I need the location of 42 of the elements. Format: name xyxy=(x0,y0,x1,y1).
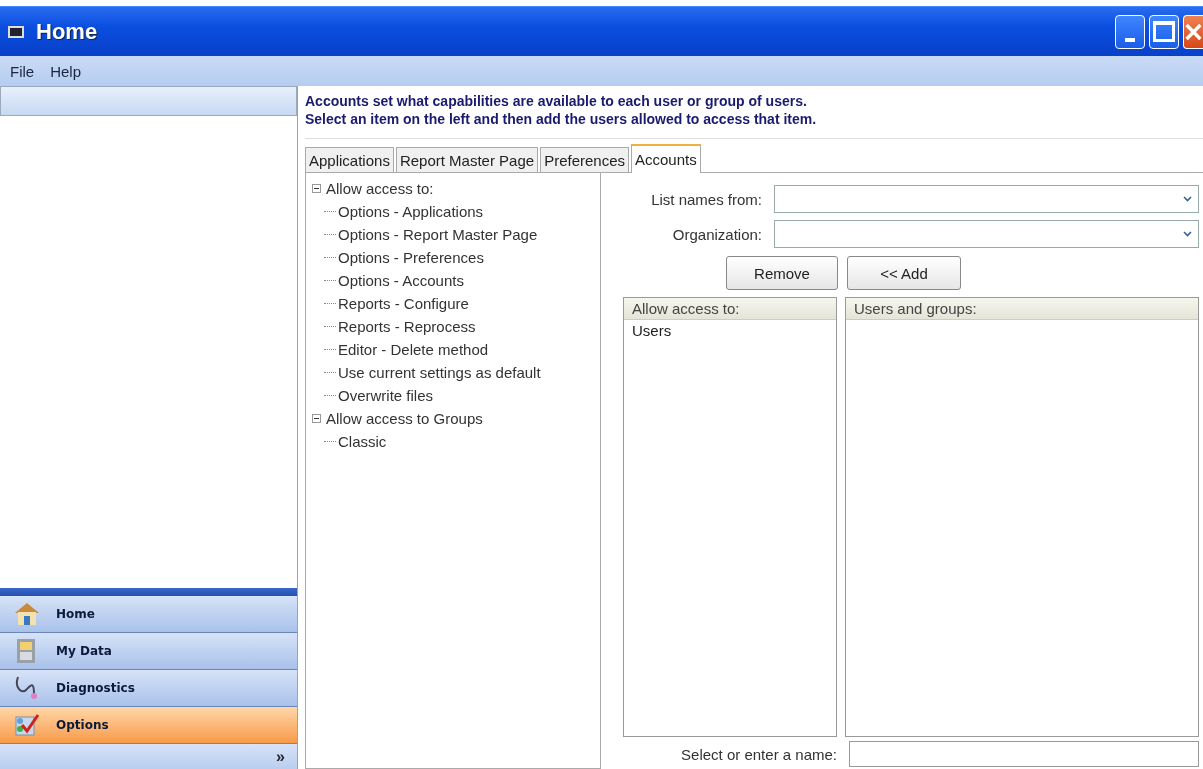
window-title: Home xyxy=(36,18,98,45)
tree-item[interactable]: Reports - Configure xyxy=(338,295,469,312)
tree-item[interactable]: Options - Accounts xyxy=(338,272,464,289)
field-label: Organization: xyxy=(672,225,762,243)
tree-item[interactable]: Options - Preferences xyxy=(338,249,484,266)
minimize-button[interactable] xyxy=(1115,14,1145,49)
field-label: Select or enter a name: xyxy=(681,745,837,763)
tab[interactable]: Preferences xyxy=(540,147,629,172)
tab[interactable]: Accounts xyxy=(631,144,701,173)
tab[interactable]: Report Master Page xyxy=(395,147,539,172)
tree-item[interactable]: Overwrite files xyxy=(338,387,434,404)
nav-button[interactable]: Home xyxy=(0,596,297,633)
description-text: Select an item on the left and then add the users allowed to access that item. xyxy=(305,110,818,128)
list-item[interactable]: Users xyxy=(624,320,836,341)
maximize-button[interactable] xyxy=(1149,14,1179,49)
menu-item[interactable]: File xyxy=(10,62,35,80)
tab[interactable]: Applications xyxy=(305,147,394,172)
tree-item[interactable]: Use current settings as default xyxy=(338,364,541,381)
tree-item[interactable]: Options - Applications xyxy=(338,203,484,220)
app-icon xyxy=(8,25,24,38)
column-header: Allow access to: xyxy=(624,298,836,320)
tree-item[interactable]: Allow access to: xyxy=(326,180,434,197)
name-field[interactable] xyxy=(849,741,1199,767)
tree-item[interactable]: Options - Report Master Page xyxy=(338,226,538,243)
tree-item[interactable]: Reports - Reprocess xyxy=(338,318,476,335)
more-button[interactable]: » xyxy=(276,747,297,766)
action-button[interactable]: << Add xyxy=(847,256,961,290)
description-text: Accounts set what capabilities are available to each user or group of users. xyxy=(305,92,808,110)
field-label: List names from: xyxy=(651,190,762,208)
column-header: Users and groups: xyxy=(846,298,1198,320)
collapse-icon[interactable] xyxy=(312,184,321,193)
nav-button[interactable]: Diagnostics xyxy=(0,670,297,707)
nav-button[interactable]: My Data xyxy=(0,633,297,670)
action-button[interactable]: Remove xyxy=(726,256,838,290)
splitter-handle[interactable] xyxy=(0,588,297,596)
collapse-icon[interactable] xyxy=(312,414,321,423)
tree-item[interactable]: Editor - Delete method xyxy=(338,341,489,358)
close-button[interactable] xyxy=(1183,14,1203,49)
nav-button[interactable]: Options xyxy=(0,707,297,744)
menu-item[interactable]: Help xyxy=(50,62,82,80)
tree-item[interactable]: Allow access to Groups xyxy=(326,410,483,427)
tree-item[interactable]: Classic xyxy=(338,433,387,450)
